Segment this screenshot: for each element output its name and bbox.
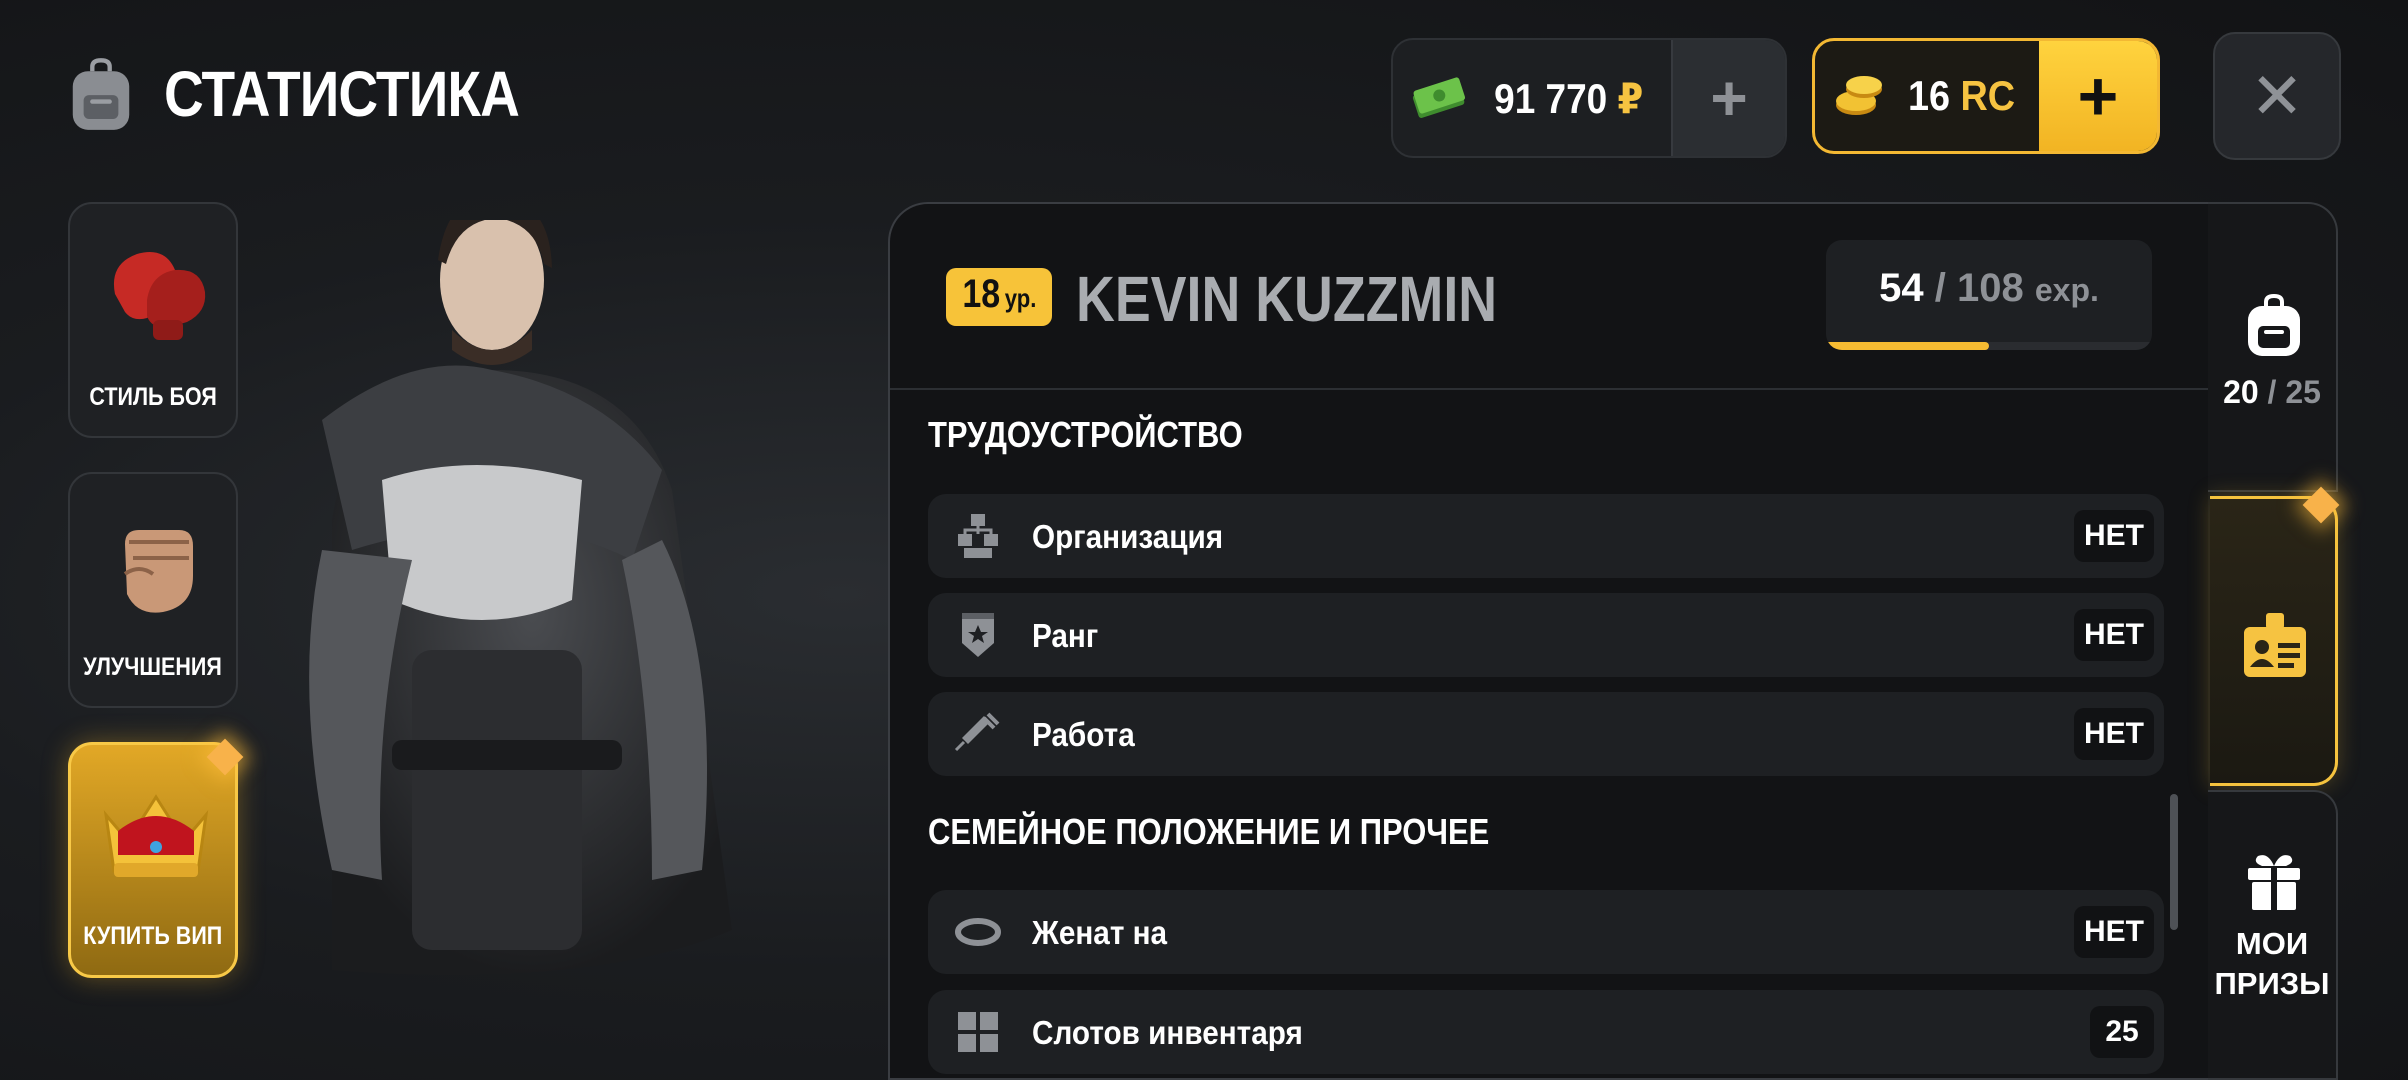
stat-label: Слотов инвентаря <box>1032 1014 1303 1051</box>
exp-unit: exp. <box>2034 272 2099 308</box>
close-button[interactable]: ✕ <box>2213 32 2341 160</box>
my-prizes-line2: ПРИЗЫ <box>2214 966 2330 1001</box>
upgrades-label: УЛУЧШЕНИЯ <box>83 653 223 681</box>
level-badge: 18 ур. <box>946 268 1052 326</box>
exp-current: 54 <box>1879 266 1924 310</box>
fist-icon <box>123 530 193 613</box>
stat-value: 25 <box>2090 1006 2154 1058</box>
stat-label: Работа <box>1032 716 1135 753</box>
stats-panel: 18 ур. KEVIN KUZZMIN 54 / 108 exp. ТРУДО… <box>888 202 2208 1080</box>
right-rail: 20 / 25 МОИ ПРИЗЫ <box>2208 202 2340 1080</box>
stat-row-married: Женат на НЕТ <box>928 890 2164 974</box>
stat-value: НЕТ <box>2074 510 2154 562</box>
grid-icon <box>958 1012 998 1052</box>
experience-box: 54 / 108 exp. <box>1826 240 2152 350</box>
cash-icon <box>1413 77 1466 118</box>
stat-row-organization: Организация НЕТ <box>928 494 2164 578</box>
stat-label: Организация <box>1032 518 1224 555</box>
id-card-icon <box>2244 613 2306 677</box>
rc-symbol: RC <box>1960 72 2016 119</box>
buy-vip-label: КУПИТЬ ВИП <box>83 922 223 950</box>
page-header: СТАТИСТИКА <box>68 56 577 132</box>
stat-row-inventory-slots: Слотов инвентаря 25 <box>928 990 2164 1074</box>
my-prizes-line1: МОИ <box>2235 926 2309 961</box>
inventory-current: 20 <box>2223 374 2259 410</box>
stat-label: Женат на <box>1032 914 1168 951</box>
boxing-glove-icon <box>113 252 206 340</box>
organization-icon <box>958 514 998 558</box>
rank-badge-icon <box>962 613 994 657</box>
exp-progress-bar <box>1826 342 2152 350</box>
add-rc-button[interactable]: + <box>2039 41 2157 151</box>
stats-tab[interactable] <box>2210 496 2338 786</box>
backpack-icon <box>72 58 130 130</box>
syringe-icon <box>954 712 1000 752</box>
inventory-separator: / <box>2267 374 2277 410</box>
fight-style-label: СТИЛЬ БОЯ <box>89 383 217 411</box>
add-money-button[interactable]: + <box>1671 40 1785 156</box>
money-balance: 91 770 ₽ + <box>1391 38 1787 158</box>
ring-icon <box>955 918 1001 946</box>
exp-separator: / <box>1934 266 1946 310</box>
inventory-tab[interactable]: 20 / 25 <box>2208 202 2338 492</box>
level-number: 18 <box>962 272 1001 316</box>
fight-style-button[interactable]: СТИЛЬ БОЯ <box>68 202 238 438</box>
backpack-icon <box>2248 294 2300 356</box>
level-unit: ур. <box>1004 283 1037 313</box>
money-symbol: ₽ <box>1617 74 1644 122</box>
player-header: 18 ур. KEVIN KUZZMIN 54 / 108 exp. <box>890 204 2208 390</box>
crown-icon <box>103 794 209 877</box>
money-amount: 91 770 <box>1494 74 1608 122</box>
player-character-model <box>309 220 732 975</box>
stat-row-rank: Ранг НЕТ <box>928 593 2164 677</box>
player-name: KEVIN KUZZMIN <box>1076 263 1498 335</box>
stat-value: НЕТ <box>2074 708 2154 760</box>
exp-max: 108 <box>1956 266 2024 310</box>
buy-vip-button[interactable]: КУПИТЬ ВИП <box>68 742 238 978</box>
stat-row-job: Работа НЕТ <box>928 692 2164 776</box>
upgrades-button[interactable]: УЛУЧШЕНИЯ <box>68 472 238 708</box>
stat-label: Ранг <box>1032 617 1099 654</box>
close-icon: ✕ <box>2250 59 2304 132</box>
rc-balance: 16 RC + <box>1812 38 2160 154</box>
my-prizes-tab[interactable]: МОИ ПРИЗЫ <box>2208 790 2338 1080</box>
rc-amount: 16 <box>1908 72 1951 119</box>
exp-progress-fill <box>1826 342 1989 350</box>
section-title-family: СЕМЕЙНОЕ ПОЛОЖЕНИЕ И ПРОЧЕЕ <box>928 811 1490 852</box>
section-title-employment: ТРУДОУСТРОЙСТВО <box>928 414 1243 455</box>
inventory-max: 25 <box>2285 374 2321 410</box>
stat-value: НЕТ <box>2074 609 2154 661</box>
coins-icon <box>1836 76 1883 115</box>
gift-icon <box>2248 855 2300 910</box>
page-title: СТАТИСТИКА <box>164 58 520 130</box>
stat-value: НЕТ <box>2074 906 2154 958</box>
scrollbar-thumb[interactable] <box>2170 794 2178 930</box>
